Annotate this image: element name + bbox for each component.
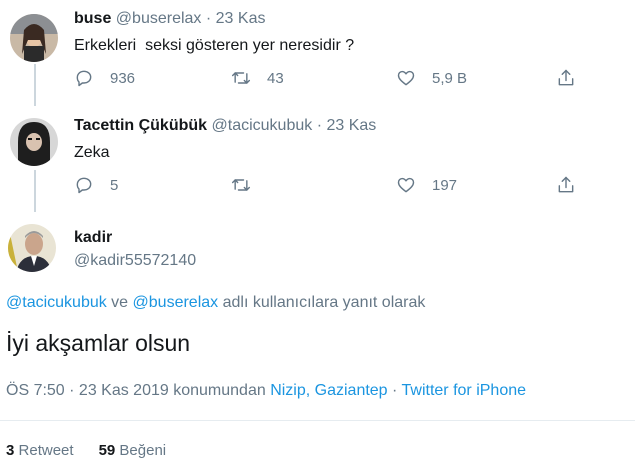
tweet-1-display-name[interactable]: buse bbox=[74, 10, 111, 27]
reply-to-user-2[interactable]: @buserelax bbox=[133, 294, 219, 311]
tweet-1-share-button[interactable] bbox=[556, 68, 576, 88]
like-label: Beğeni bbox=[119, 442, 167, 459]
retweet-count: 3 bbox=[6, 442, 15, 459]
tweet-2-separator: · bbox=[316, 117, 323, 134]
tweet-source[interactable]: Twitter for iPhone bbox=[402, 382, 527, 399]
tweet-2-reply-count: 5 bbox=[110, 176, 119, 194]
retweet-icon bbox=[231, 179, 251, 191]
like-count: 59 bbox=[98, 442, 116, 459]
tweet-timestamp-row: ÖS 7:50 · 23 Kas 2019 konumundan Nizip, … bbox=[6, 382, 526, 400]
tweet-2-like-button[interactable]: 197 bbox=[396, 175, 457, 195]
share-icon bbox=[558, 69, 574, 86]
tweet-1-separator: · bbox=[205, 10, 212, 27]
tweet-1-date[interactable]: 23 Kas bbox=[216, 10, 266, 27]
tweet-1-handle[interactable]: @buserelax bbox=[116, 10, 202, 27]
reply-to-user-1[interactable]: @tacicukubuk bbox=[6, 294, 107, 311]
thread-line-1 bbox=[34, 64, 36, 106]
tweet-1-retweet-count: 43 bbox=[267, 69, 284, 87]
tweet-1-like-button[interactable]: 5,9 B bbox=[396, 68, 467, 88]
reply-icon bbox=[76, 177, 92, 194]
like-icon bbox=[397, 177, 415, 193]
tweet-2-text: Zeka bbox=[74, 144, 110, 161]
tweet-2-retweet-button[interactable] bbox=[231, 175, 267, 195]
like-icon bbox=[397, 70, 415, 86]
share-icon bbox=[558, 176, 574, 193]
main-tweet-text: İyi akşamlar olsun bbox=[6, 330, 191, 356]
stats-divider bbox=[0, 420, 635, 421]
tweet-1-text: Erkekleri seksi gösteren yer neresidir ? bbox=[74, 37, 355, 54]
tweet-stats: 3 Retweet 59 Beğeni bbox=[6, 442, 166, 459]
like-stat[interactable]: 59 Beğeni bbox=[99, 442, 167, 459]
tweet-2-header: Tacettin Çükübük @tacicukubuk · 23 Kas bbox=[74, 117, 376, 135]
tweet-2-display-name[interactable]: Tacettin Çükübük bbox=[74, 117, 207, 134]
avatar-buse[interactable] bbox=[10, 14, 58, 62]
retweet-icon bbox=[231, 72, 251, 84]
tweet-2-like-count: 197 bbox=[432, 176, 458, 194]
tweet-1-header: buse @buserelax · 23 Kas bbox=[74, 10, 265, 28]
reply-context: @tacicukubuk ve @buserelax adlı kullanıc… bbox=[6, 294, 425, 312]
tweet-2-reply-button[interactable]: 5 bbox=[74, 175, 118, 195]
tweet-1-reply-count: 936 bbox=[110, 69, 136, 87]
reply-icon bbox=[76, 70, 92, 87]
tweet-2-date[interactable]: 23 Kas bbox=[326, 117, 376, 134]
retweet-stat[interactable]: 3 Retweet bbox=[6, 442, 74, 459]
tweet-2-share-button[interactable] bbox=[556, 175, 576, 195]
tweet-1-retweet-button[interactable]: 43 bbox=[231, 68, 284, 88]
avatar-kadir[interactable] bbox=[8, 224, 56, 272]
timestamp-dot: · bbox=[387, 382, 402, 399]
thread-line-2 bbox=[34, 170, 36, 212]
tweet-2-handle[interactable]: @tacicukubuk bbox=[212, 117, 313, 134]
tweet-1-reply-button[interactable]: 936 bbox=[74, 68, 135, 88]
retweet-label: Retweet bbox=[18, 442, 74, 459]
tweet-location[interactable]: Nizip, Gaziantep bbox=[270, 382, 387, 399]
avatar-tacettin[interactable] bbox=[10, 118, 58, 166]
reply-to-conj: ve bbox=[106, 294, 133, 311]
reply-to-suffix: adlı kullanıcılara yanıt olarak bbox=[218, 294, 426, 311]
main-display-name[interactable]: kadir bbox=[74, 229, 112, 247]
tweet-1-like-count: 5,9 B bbox=[432, 69, 468, 87]
tweet-time[interactable]: ÖS 7:50 · 23 Kas 2019 konumundan bbox=[6, 382, 270, 399]
main-handle[interactable]: @kadir55572140 bbox=[74, 252, 196, 270]
